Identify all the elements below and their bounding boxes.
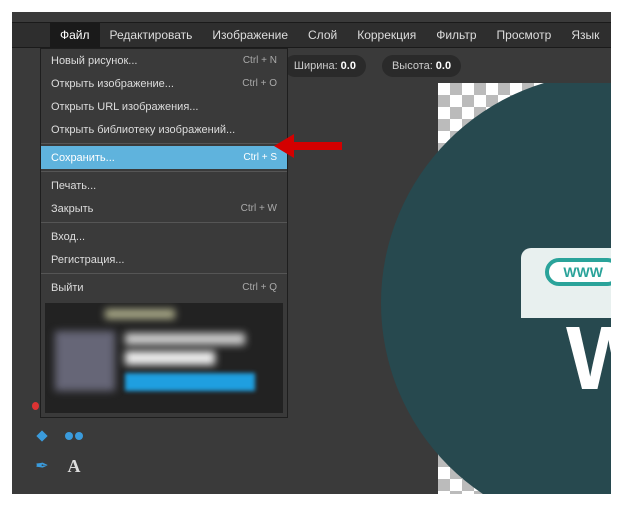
menu-view[interactable]: Просмотр [487, 23, 562, 47]
menubar: Файл Редактировать Изображение Слой Корр… [12, 22, 611, 48]
menu-exit-label: Выйти [51, 282, 84, 294]
menu-register[interactable]: Регистрация... [41, 248, 287, 271]
menu-file[interactable]: Файл [50, 23, 100, 47]
menu-open-library[interactable]: Открыть библиотеку изображений... [41, 118, 287, 141]
menu-close-shortcut: Ctrl + W [241, 203, 277, 214]
menu-separator [41, 273, 287, 274]
menu-language[interactable]: Язык [561, 23, 609, 47]
menu-open-shortcut: Ctrl + O [242, 78, 277, 89]
height-label: Высота: [392, 60, 433, 72]
menu-save-label: Сохранить... [51, 152, 115, 164]
annotation-arrow [292, 142, 342, 150]
menu-open-label: Открыть изображение... [51, 78, 174, 90]
menu-adjustment[interactable]: Коррекция [347, 23, 426, 47]
www-badge: WWW [545, 258, 611, 286]
menu-open-library-label: Открыть библиотеку изображений... [51, 124, 235, 136]
menu-separator [41, 143, 287, 144]
width-value: 0.0 [341, 60, 356, 72]
menu-exit[interactable]: Выйти Ctrl + Q [41, 276, 287, 299]
menu-separator [41, 171, 287, 172]
menu-new-shortcut: Ctrl + N [243, 55, 277, 66]
height-field[interactable]: Высота: 0.0 [382, 55, 461, 77]
height-value: 0.0 [436, 60, 451, 72]
menu-edit[interactable]: Редактировать [100, 23, 203, 47]
menu-save[interactable]: Сохранить... Ctrl + S [41, 146, 287, 169]
file-dropdown: Новый рисунок... Ctrl + N Открыть изобра… [40, 48, 288, 418]
menu-open-url[interactable]: Открыть URL изображения... [41, 95, 287, 118]
menu-open[interactable]: Открыть изображение... Ctrl + O [41, 72, 287, 95]
menu-open-url-label: Открыть URL изображения... [51, 101, 198, 113]
menu-new-label: Новый рисунок... [51, 55, 137, 67]
width-field[interactable]: Ширина: 0.0 [284, 55, 366, 77]
menu-layer[interactable]: Слой [298, 23, 347, 47]
app-frame: Файл Редактировать Изображение Слой Корр… [12, 12, 611, 494]
pen-tool-icon[interactable]: ✒ [32, 456, 52, 476]
transparency-checker: WWW W [438, 83, 611, 494]
menu-login[interactable]: Вход... [41, 225, 287, 248]
spot-tool-icon[interactable] [64, 426, 84, 446]
menu-close-label: Закрыть [51, 203, 93, 215]
menu-new[interactable]: Новый рисунок... Ctrl + N [41, 49, 287, 72]
menu-close[interactable]: Закрыть Ctrl + W [41, 197, 287, 220]
menu-login-label: Вход... [51, 231, 85, 243]
text-tool-icon[interactable]: A [64, 456, 84, 476]
artwork-letter: W [566, 323, 611, 395]
menu-exit-shortcut: Ctrl + Q [242, 282, 277, 293]
menu-register-label: Регистрация... [51, 254, 124, 266]
menu-image[interactable]: Изображение [202, 23, 298, 47]
menu-save-shortcut: Ctrl + S [243, 152, 277, 163]
clone-tool-icon[interactable] [32, 426, 52, 446]
menu-separator [41, 222, 287, 223]
menu-print-label: Печать... [51, 180, 96, 192]
menu-print[interactable]: Печать... [41, 174, 287, 197]
menu-filter[interactable]: Фильтр [426, 23, 486, 47]
menu-ad-panel [45, 303, 283, 413]
width-label: Ширина: [294, 60, 338, 72]
